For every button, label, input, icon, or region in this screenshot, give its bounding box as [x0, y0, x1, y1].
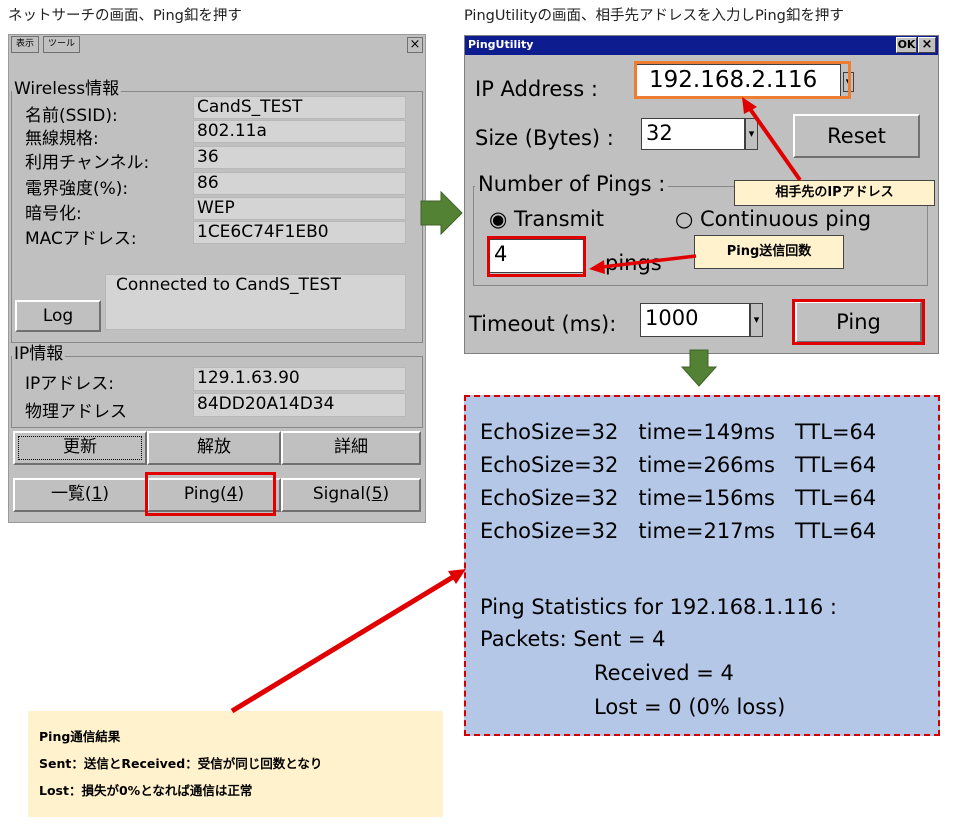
count-callout-arrow-head [589, 260, 605, 274]
green-right-arrow [420, 190, 463, 236]
green-down-arrow [680, 349, 718, 387]
arrows-overlay [230, 97, 802, 714]
note-arrow [230, 574, 455, 714]
count-callout-arrow [601, 254, 697, 269]
ip-callout-arrow [746, 104, 802, 182]
